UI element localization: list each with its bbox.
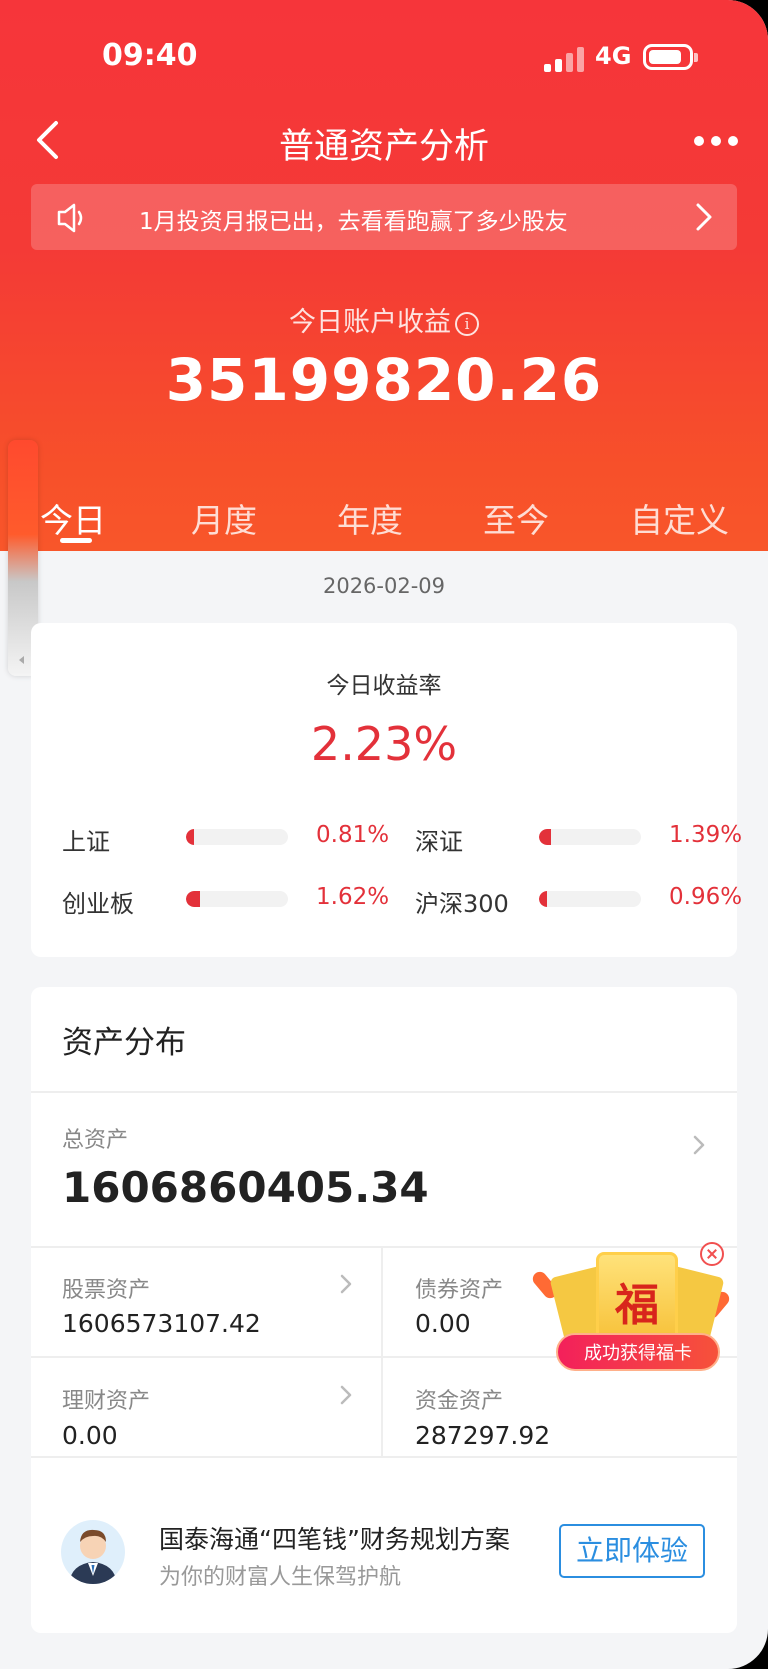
arrow-left-icon [19,656,24,664]
index-name: 创业板 [62,890,134,918]
chevron-right-icon [339,1273,353,1295]
chevron-right-icon [692,1134,706,1156]
date-label: 2026-02-09 [322,574,446,598]
divider [31,1091,737,1093]
divider [31,1456,737,1458]
index-pct: 0.96% [669,884,743,910]
index-pct: 1.62% [316,884,390,910]
divider [381,1248,383,1456]
earnings-value: 35199820.26 [165,346,603,414]
index-bar [186,829,288,845]
index-row: 深证 1.39% [415,822,742,862]
tab-to-date[interactable]: 至今 [483,494,549,542]
stock-assets-label: 股票资产 [62,1278,151,1303]
wealth-assets-value: 0.00 [62,1421,118,1450]
tab-custom[interactable]: 自定义 [630,494,729,542]
fuka-reward-popup[interactable]: 福 成功获得福卡 [529,1240,733,1380]
cash-assets-label: 资金资产 [415,1389,504,1414]
more-icon[interactable] [694,130,738,150]
index-bar [539,891,641,907]
total-assets-value: 1606860405.34 [62,1163,429,1212]
fu-card-icon: 福 [596,1252,678,1342]
stock-assets-value: 1606573107.42 [62,1309,261,1338]
battery-icon [643,44,698,70]
chevron-right-icon [693,202,715,232]
promo-subtitle: 为你的财富人生保驾护航 [159,1565,402,1590]
bond-assets-label: 债券资产 [415,1278,504,1303]
index-pct: 1.39% [669,822,743,848]
total-assets-label: 总资产 [62,1128,129,1153]
tab-month[interactable]: 月度 [191,494,257,542]
try-now-button[interactable]: 立即体验 [559,1524,705,1578]
return-rate-label: 今日收益率 [326,673,442,699]
earnings-label: 今日账户收益 [289,307,451,338]
asset-distribution-title: 资产分布 [62,1025,186,1061]
index-bar-fill [186,891,201,907]
index-row: 创业板 1.62% [62,884,389,924]
wealth-assets-label: 理财资产 [62,1389,151,1414]
index-bar [539,829,641,845]
tab-year[interactable]: 年度 [337,494,403,542]
fuka-banner: 成功获得福卡 [556,1333,720,1371]
index-name: 上证 [62,828,110,856]
chevron-right-icon [339,1384,353,1406]
index-bar-fill [186,829,195,845]
header-hero: 09:40 4G 普通资产分析 1月投资月报已出，去看看跑赢了多少股友 今日账户… [0,0,768,551]
notice-banner[interactable]: 1月投资月报已出，去看看跑赢了多少股友 [31,184,737,250]
cash-assets-value: 287297.92 [415,1421,551,1450]
index-row: 沪深300 0.96% [415,884,742,924]
return-rate-card: 今日收益率 2.23% 上证 0.81% 深证 1.39% 创业板 1.62% … [31,623,742,957]
index-bar [186,891,288,907]
nav-bar: 普通资产分析 [0,110,768,170]
notice-text: 1月投资月报已出，去看看跑赢了多少股友 [139,209,568,235]
index-pct: 0.81% [316,822,390,848]
return-rate-value: 2.23% [310,717,458,771]
page-title: 普通资产分析 [278,127,489,167]
earnings-label-row: 今日账户收益 i [0,300,768,339]
index-name: 沪深300 [415,890,509,918]
index-bar-fill [539,891,548,907]
status-bar: 09:40 4G [0,38,768,78]
period-tabs: 今日 月度 年度 至今 自定义 [0,494,768,544]
index-name: 深证 [415,828,463,856]
fu-glyph: 福 [615,1280,659,1331]
speaker-icon [55,200,91,236]
index-row: 上证 0.81% [62,822,389,862]
screen: 09:40 4G 普通资产分析 1月投资月报已出，去看看跑赢了多少股友 今日账户… [0,0,768,1669]
tab-today[interactable]: 今日 [40,494,106,543]
promo-title: 国泰海通“四笔钱”财务规划方案 [159,1525,510,1554]
signal-icon [544,46,584,72]
network-type: 4G [595,42,632,70]
info-icon[interactable]: i [455,312,479,336]
status-time: 09:40 [102,38,198,73]
close-icon[interactable] [700,1242,724,1266]
bond-assets-value: 0.00 [415,1309,471,1338]
advisor-avatar [61,1520,125,1584]
index-bar-fill [539,829,552,845]
